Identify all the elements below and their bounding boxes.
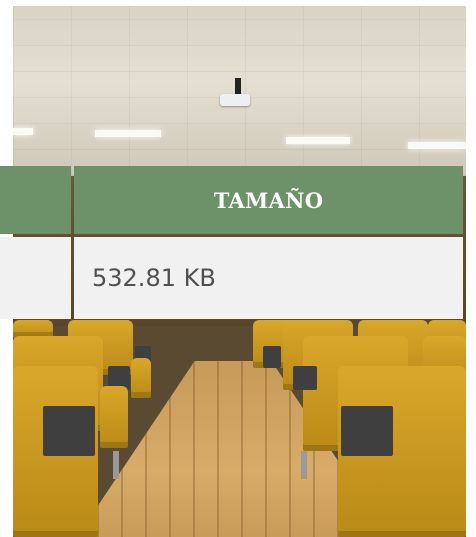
seat <box>131 358 151 398</box>
armrest <box>263 346 281 368</box>
seat-leg <box>301 451 307 479</box>
seat-leg <box>113 451 119 479</box>
file-info-table: TAMAÑO 532.81 KB <box>0 166 463 320</box>
ceiling-light <box>286 137 350 144</box>
size-column-header: TAMAÑO <box>74 166 463 234</box>
armrest <box>341 406 393 456</box>
file-size-value: 532.81 KB <box>74 237 463 319</box>
armrest <box>293 366 317 390</box>
table-cell <box>0 237 71 319</box>
ceiling-light <box>408 142 466 149</box>
seat <box>100 386 128 448</box>
armrest <box>43 406 95 456</box>
ceiling-light <box>13 128 33 135</box>
projector <box>220 94 250 106</box>
ceiling-light <box>95 130 161 137</box>
table-header-cell <box>0 166 71 234</box>
